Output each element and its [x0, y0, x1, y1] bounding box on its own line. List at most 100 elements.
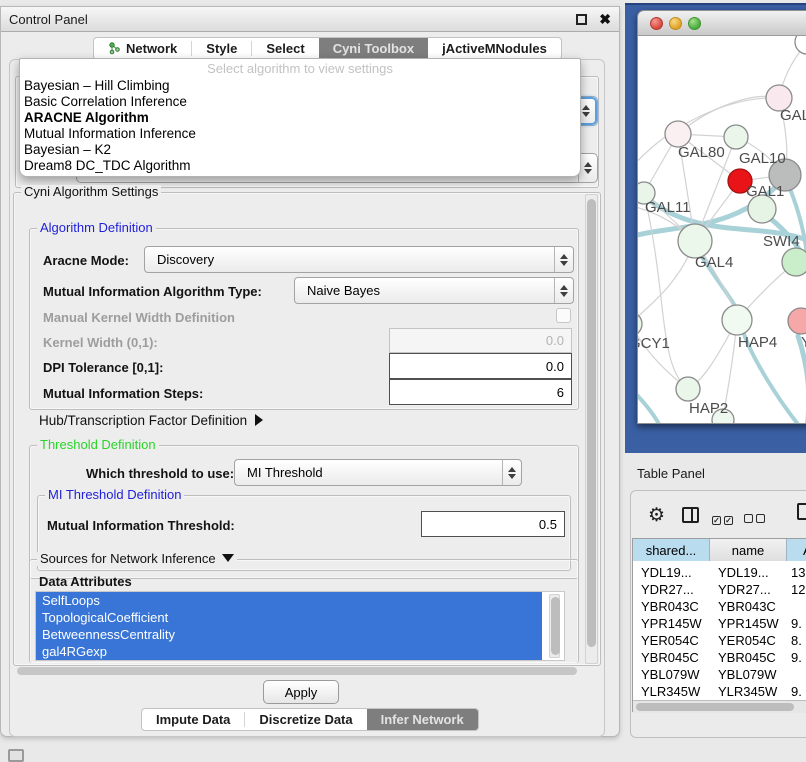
cell[interactable]: YDL19... — [641, 565, 707, 580]
cell[interactable]: YER054C — [641, 633, 707, 648]
settings-hscrollbar-thumb[interactable] — [17, 667, 577, 675]
cell[interactable]: YBR043C — [641, 599, 707, 614]
network-node-swi4[interactable] — [782, 248, 806, 276]
which-threshold-combo[interactable]: MI Threshold — [234, 459, 522, 486]
tab-jactivemnodules[interactable]: jActiveMNodules — [428, 38, 561, 59]
mi-steps-value: 6 — [557, 385, 564, 400]
attribute-topologicalcoefficient[interactable]: TopologicalCoefficient — [36, 609, 542, 626]
cell[interactable]: 8. — [791, 633, 806, 648]
cell[interactable]: 9. — [791, 616, 806, 631]
network-node-gal4[interactable] — [678, 224, 712, 258]
split-columns-icon[interactable] — [682, 507, 699, 523]
minimized-panel-icon[interactable] — [8, 749, 24, 762]
expander-right-icon — [255, 414, 263, 426]
popup-prompt: Select algorithm to view settings — [20, 61, 580, 78]
checked-box-icon: ✓ — [712, 516, 721, 525]
stepper-down-icon — [584, 169, 592, 174]
gear-icon[interactable]: ⚙ — [648, 504, 665, 527]
popup-item-bayesian-k2[interactable]: Bayesian – K2 — [20, 142, 580, 158]
table-hscrollbar-thumb[interactable] — [636, 703, 794, 711]
table-hscrollbar[interactable] — [633, 700, 806, 713]
cell[interactable]: YBR043C — [718, 599, 784, 614]
tab-network[interactable]: Network — [94, 38, 191, 59]
sources-group-title[interactable]: Sources for Network Inference — [37, 552, 237, 566]
which-threshold-label: Which threshold to use: — [86, 466, 234, 481]
mi-type-label: Mutual Information Algorithm Type: — [43, 284, 262, 299]
tab-impute-data[interactable]: Impute Data — [142, 709, 244, 730]
cell[interactable]: 9. — [791, 650, 806, 665]
kernel-width-field[interactable]: 0.0 — [389, 328, 572, 353]
network-node-gal10[interactable] — [724, 125, 748, 149]
tab-infer-network[interactable]: Infer Network — [367, 709, 478, 730]
cell[interactable]: YBR045C — [641, 650, 707, 665]
cell[interactable]: 13 — [791, 565, 806, 580]
network-node-gcy1[interactable] — [638, 312, 642, 336]
mi-steps-field[interactable]: 6 — [389, 379, 572, 405]
cell[interactable]: YPR145W — [641, 616, 707, 631]
close-icon[interactable]: ✖ — [599, 14, 611, 25]
column-header-partial[interactable]: A — [787, 539, 806, 561]
cell[interactable]: YER054C — [718, 633, 784, 648]
tab-discretize-data[interactable]: Discretize Data — [245, 709, 366, 730]
tab-cyni-toolbox[interactable]: Cyni Toolbox — [319, 38, 428, 59]
mac-minimize-icon[interactable] — [669, 17, 682, 30]
popup-item-aracne[interactable]: ARACNE Algorithm — [20, 110, 580, 126]
mac-zoom-icon[interactable] — [688, 17, 701, 30]
column-header-shared-name[interactable]: shared... — [633, 539, 710, 561]
popup-item-mutual-information[interactable]: Mutual Information Inference — [20, 126, 580, 142]
cell[interactable]: YBL079W — [641, 667, 707, 682]
hub-definition-expander[interactable]: Hub/Transcription Factor Definition — [39, 413, 263, 428]
top-tabbar: Network Style Select Cyni Toolbox jActiv… — [93, 37, 562, 60]
popup-item-basic-correlation[interactable]: Basic Correlation Inference — [20, 94, 580, 110]
new-column-icon[interactable] — [797, 503, 806, 520]
attribute-selfloops[interactable]: SelfLoops — [36, 592, 542, 609]
cell[interactable]: YDR27... — [718, 582, 784, 597]
mac-close-icon[interactable] — [650, 17, 663, 30]
settings-group-title: Cyni Algorithm Settings — [21, 185, 161, 199]
mi-threshold-field[interactable]: 0.5 — [421, 511, 565, 537]
manual-kernel-checkbox[interactable] — [556, 308, 571, 323]
popup-item-dream8[interactable]: Dream8 DC_TDC Algorithm — [20, 158, 580, 174]
cell[interactable]: YDL19... — [718, 565, 784, 580]
network-node-hap4[interactable] — [722, 305, 752, 335]
aracne-mode-label: Aracne Mode: — [43, 253, 129, 268]
cell[interactable]: 9. — [791, 684, 806, 699]
float-window-icon[interactable] — [576, 14, 587, 25]
cell[interactable]: YPR145W — [718, 616, 784, 631]
attributes-vscrollbar-thumb[interactable] — [551, 597, 560, 655]
settings-vscrollbar[interactable] — [585, 194, 598, 664]
apply-button[interactable]: Apply — [263, 680, 339, 704]
combo-stepper[interactable] — [502, 460, 521, 485]
apply-button-label: Apply — [285, 685, 318, 700]
stepper-down-icon — [508, 474, 516, 479]
attribute-betweennesscentrality[interactable]: BetweennessCentrality — [36, 626, 542, 643]
tab-style[interactable]: Style — [192, 38, 251, 59]
cell[interactable]: YLR345W — [641, 684, 707, 699]
column-header-name[interactable]: name — [710, 539, 787, 561]
popup-item-bayesian-hill-climbing[interactable]: Bayesian – Hill Climbing — [20, 78, 580, 94]
settings-vscrollbar-thumb[interactable] — [587, 199, 596, 647]
cell[interactable]: YLR345W — [718, 684, 784, 699]
cell[interactable]: 12 — [791, 582, 806, 597]
aracne-mode-combo[interactable]: Discovery — [144, 246, 574, 273]
cell[interactable]: YBL079W — [718, 667, 784, 682]
tab-select[interactable]: Select — [252, 38, 318, 59]
attributes-vscrollbar[interactable] — [549, 594, 560, 658]
network-node[interactable] — [795, 36, 806, 54]
dpi-tolerance-field[interactable]: 0.0 — [389, 353, 572, 379]
network-node-hap2[interactable] — [676, 377, 700, 401]
network-node-pink[interactable] — [788, 308, 806, 334]
data-attributes-list[interactable]: SelfLoops TopologicalCoefficient Between… — [35, 591, 565, 661]
network-canvas[interactable]: GAL GAL80 GAL10 GAL1 GAL11 SWI4 GAL4 GCY… — [638, 36, 806, 424]
deselect-all-columns-icon[interactable] — [744, 511, 768, 526]
cell[interactable]: YDR27... — [641, 582, 707, 597]
select-all-columns-icon[interactable]: ✓✓ — [712, 511, 736, 526]
algorithm-dropdown-popup: Select algorithm to view settings Bayesi… — [19, 58, 581, 177]
cell[interactable]: YBR045C — [718, 650, 784, 665]
mi-type-combo[interactable]: Naive Bayes — [294, 277, 574, 304]
combo-stepper[interactable] — [554, 278, 573, 303]
combo-stepper[interactable] — [554, 247, 573, 272]
settings-hscrollbar[interactable] — [15, 665, 583, 677]
attribute-gal4rgexp[interactable]: gal4RGexp — [36, 643, 542, 660]
node-label-gal10: GAL10 — [739, 150, 786, 167]
